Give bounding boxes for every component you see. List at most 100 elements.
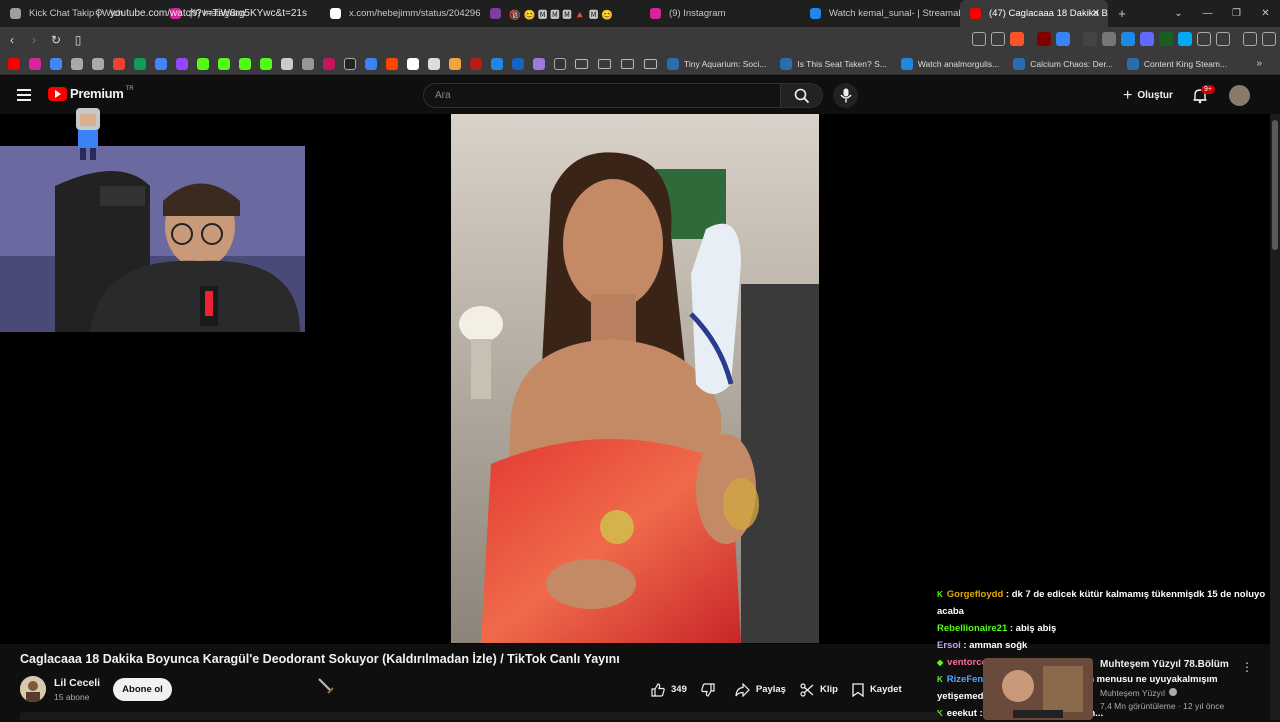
bookmark-item[interactable]: Is This Seat Taken? S... xyxy=(780,57,887,70)
restore-icon[interactable]: ❐ xyxy=(1222,8,1251,19)
account-avatar[interactable] xyxy=(1229,85,1250,106)
youtube-bookmark-icon[interactable] xyxy=(8,57,20,70)
webcam-image xyxy=(0,146,305,332)
extension-icon[interactable] xyxy=(1159,32,1173,46)
twitch-bookmark-icon[interactable] xyxy=(176,57,188,70)
instagram-bookmark-icon[interactable] xyxy=(29,57,41,70)
recommended-video-title[interactable]: Muhteşem Yüzyıl 78.Bölüm xyxy=(1100,659,1229,670)
bookmark-icon[interactable] xyxy=(449,57,461,70)
dislike-button[interactable] xyxy=(701,678,721,701)
folder-icon[interactable] xyxy=(621,58,634,69)
back-icon[interactable]: ‹ xyxy=(2,33,22,47)
sidebar-icon[interactable] xyxy=(1216,32,1230,46)
youtube-header: Premium TR + Oluştur 9+ xyxy=(0,76,1280,114)
more-options-icon[interactable]: ⋮ xyxy=(1241,660,1253,674)
media-icon[interactable] xyxy=(1243,32,1257,46)
recommended-channel[interactable]: Muhteşem Yüzyıl xyxy=(1100,688,1178,698)
extension-icon[interactable] xyxy=(1178,32,1192,46)
subscribe-button[interactable]: Abone ol xyxy=(113,678,172,701)
menu-icon[interactable] xyxy=(1262,32,1276,46)
kick-bookmark-icon[interactable] xyxy=(239,57,251,70)
search-input[interactable] xyxy=(435,90,735,101)
extension-icon[interactable] xyxy=(1102,32,1116,46)
chevron-down-icon[interactable]: ⌄ xyxy=(1164,8,1193,19)
bookmark-favicon-icon xyxy=(780,57,793,70)
voice-search-button[interactable] xyxy=(833,83,858,108)
recommended-video-thumbnail[interactable] xyxy=(983,658,1093,720)
bookmark-icon[interactable] xyxy=(281,57,293,70)
reddit-bookmark-icon[interactable] xyxy=(386,57,398,70)
bookmark-icon[interactable] xyxy=(512,57,524,70)
bookmark-icon[interactable] xyxy=(470,57,482,70)
bookmark-icon[interactable] xyxy=(323,57,335,70)
close-tab-icon[interactable]: ✕ xyxy=(1092,8,1100,19)
reload-icon[interactable]: ↻ xyxy=(46,33,66,47)
bookmark-icon[interactable] xyxy=(365,57,377,70)
clip-button[interactable]: Klip xyxy=(800,678,838,701)
ublock-icon[interactable] xyxy=(1037,32,1051,46)
extension-icon[interactable] xyxy=(1056,32,1070,46)
bookmark-icon[interactable] xyxy=(491,57,503,70)
tab-favicon-icon xyxy=(970,8,981,19)
like-button[interactable]: 349 xyxy=(651,678,687,701)
extension-icon[interactable] xyxy=(1083,32,1097,46)
browser-tab[interactable]: (47) Caglacaaa 18 Dakika Boyu✕ xyxy=(960,0,1108,27)
cast-icon[interactable] xyxy=(972,32,986,46)
search-box[interactable] xyxy=(423,83,781,108)
bookmark-item[interactable]: Watch analmorgulis... xyxy=(900,57,999,70)
folder-icon[interactable] xyxy=(598,58,611,69)
description-box[interactable] xyxy=(20,712,940,720)
video-frame[interactable] xyxy=(451,114,819,643)
bookmark-favicon-icon xyxy=(900,57,913,70)
folder-icon[interactable] xyxy=(644,58,657,69)
chat-username: Rebellionaire21 xyxy=(937,623,1008,634)
scrollbar-thumb[interactable] xyxy=(1272,120,1278,250)
extension-icons xyxy=(972,32,1280,46)
drive-bookmark-icon[interactable] xyxy=(134,57,146,70)
extension-icon[interactable] xyxy=(1121,32,1135,46)
search-button[interactable] xyxy=(781,83,823,108)
search-icon xyxy=(794,88,810,104)
create-button[interactable]: + Oluştur xyxy=(1115,83,1181,108)
bookmark-icon[interactable] xyxy=(155,57,167,70)
save-button[interactable]: Kaydet xyxy=(852,678,902,701)
bookmark-item[interactable]: Content King Steam... xyxy=(1126,57,1227,70)
bookmark-icon[interactable] xyxy=(554,57,566,70)
like-count: 349 xyxy=(671,684,687,695)
channel-avatar[interactable] xyxy=(20,676,46,702)
share-button[interactable]: Paylaş xyxy=(735,678,786,701)
minimize-icon[interactable]: — xyxy=(1193,8,1222,19)
folder-icon[interactable] xyxy=(575,58,588,69)
x-bookmark-icon[interactable] xyxy=(344,57,356,70)
brave-shield-icon[interactable] xyxy=(1010,32,1024,46)
bookmark-icon[interactable] xyxy=(428,57,440,70)
chat-text: : abiş abiş xyxy=(1007,623,1057,634)
cursor-sword-icon xyxy=(318,678,334,694)
extension-icon[interactable] xyxy=(1140,32,1154,46)
bookmark-icon[interactable] xyxy=(260,57,272,70)
bookmark-icon[interactable] xyxy=(92,57,104,70)
channel-name[interactable]: Lil Ceceli xyxy=(54,677,100,689)
site-info-icon[interactable]: ⚙ xyxy=(88,8,110,19)
bookmark-icon[interactable] xyxy=(71,57,83,70)
puzzle-icon[interactable] xyxy=(1197,32,1211,46)
menu-icon[interactable] xyxy=(17,89,31,101)
bookmark-icon[interactable]: ▯ xyxy=(68,33,88,47)
forward-icon[interactable]: › xyxy=(24,33,44,47)
youtube-logo[interactable]: Premium TR xyxy=(48,86,134,101)
close-window-icon[interactable]: ✕ xyxy=(1251,8,1280,19)
bookmark-icon[interactable] xyxy=(50,57,62,70)
bookmark-icon[interactable] xyxy=(407,57,419,70)
new-tab-icon[interactable]: + xyxy=(1112,6,1132,21)
more-bookmarks-icon[interactable]: » xyxy=(1256,58,1262,69)
bookmark-item[interactable]: Calcium Chaos: Der... xyxy=(1013,57,1113,70)
kick-bookmark-icon[interactable] xyxy=(197,57,209,70)
bookmark-icon[interactable] xyxy=(533,57,545,70)
bookmark-item[interactable]: Tiny Aquarium: Soci... xyxy=(667,57,766,70)
address-bar[interactable]: ⚙ youtube.com/watch?v=TiW8rg5KYwc&t=21s xyxy=(88,3,958,23)
chat-username: Gorgefloydd xyxy=(946,589,1004,600)
bookmark-icon[interactable] xyxy=(302,57,314,70)
kick-bookmark-icon[interactable] xyxy=(218,57,230,70)
share-icon[interactable] xyxy=(991,32,1005,46)
gmail-bookmark-icon[interactable] xyxy=(113,57,125,70)
